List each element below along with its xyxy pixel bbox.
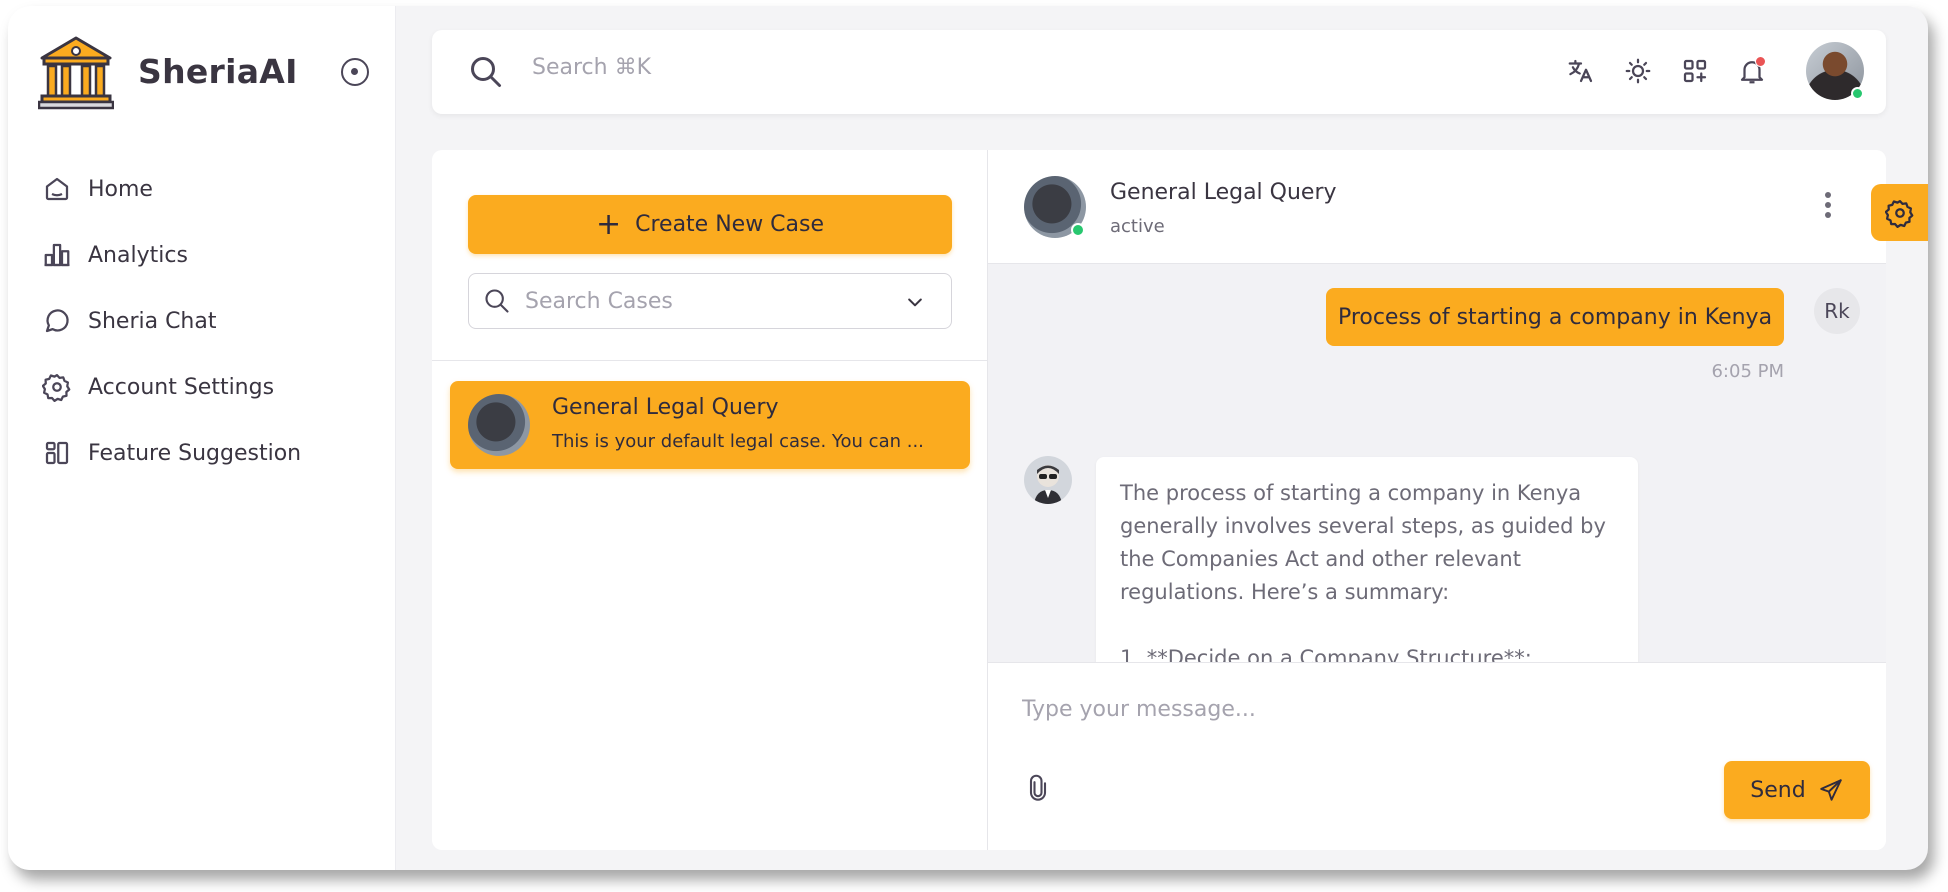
sidebar: SheriaAI Home Analytics Sheria Chat Acco… (8, 6, 396, 870)
case-search-field[interactable] (468, 273, 952, 329)
send-label: Send (1750, 777, 1806, 803)
cases-panel: + Create New Case General Legal Query Th… (432, 150, 988, 850)
sidebar-collapse-button[interactable] (341, 58, 369, 86)
gear-icon (1884, 199, 1913, 228)
chat-status: active (1110, 216, 1165, 237)
chat-avatar (1024, 176, 1086, 238)
bot-avatar (1024, 456, 1072, 504)
notification-badge (1755, 56, 1766, 67)
sidebar-item-account-settings[interactable]: Account Settings (42, 354, 301, 420)
brand-name: SheriaAI (138, 52, 298, 91)
sidebar-nav: Home Analytics Sheria Chat Account Setti… (42, 156, 301, 486)
send-button[interactable]: Send (1724, 761, 1870, 819)
sun-icon (1625, 58, 1651, 84)
gear-icon (42, 374, 71, 402)
bot-message-line: 1. **Decide on a Company Structure**: Ch… (1120, 646, 1532, 662)
bot-message-bubble: The process of starting a company in Ken… (1096, 457, 1638, 662)
app-window: SheriaAI Home Analytics Sheria Chat Acco… (8, 6, 1928, 870)
case-title: General Legal Query (552, 395, 779, 420)
sidebar-item-label: Sheria Chat (88, 308, 217, 334)
sidebar-item-sheria-chat[interactable]: Sheria Chat (42, 288, 301, 354)
bot-message-line: regulations. Here’s a summary: (1120, 580, 1450, 604)
sidebar-item-label: Feature Suggestion (88, 440, 302, 466)
chat-panel: General Legal Query active Process of st… (988, 150, 1886, 850)
chat-composer: Send (988, 662, 1886, 850)
user-initials-avatar: Rk (1814, 288, 1860, 334)
bot-message-line: The process of starting a company in Ken… (1120, 481, 1582, 505)
layout-icon (45, 441, 69, 465)
home-icon (45, 177, 69, 201)
more-options-icon[interactable] (1818, 192, 1838, 224)
user-avatar[interactable] (1806, 42, 1864, 100)
case-avatar (468, 394, 530, 456)
bot-message-line: generally involves several steps, as gui… (1120, 514, 1606, 538)
bot-face-icon (1034, 465, 1062, 504)
create-new-case-button[interactable]: + Create New Case (468, 195, 952, 254)
send-icon (1819, 779, 1842, 801)
case-search-input[interactable] (525, 284, 885, 318)
search-icon[interactable] (468, 54, 504, 90)
top-bar-actions (1566, 42, 1864, 100)
sidebar-item-home[interactable]: Home (42, 156, 301, 222)
sidebar-item-analytics[interactable]: Analytics (42, 222, 301, 288)
search-icon (485, 289, 509, 313)
sidebar-item-label: Home (88, 176, 153, 202)
user-message-text: Process of starting a company in Kenya (1337, 304, 1773, 330)
sidebar-item-label: Analytics (88, 242, 188, 268)
online-status-dot (1071, 223, 1085, 237)
chat-header: General Legal Query active (988, 150, 1886, 264)
case-list-item[interactable]: General Legal Query This is your default… (450, 381, 970, 469)
user-message-bubble: Process of starting a company in Kenya (1326, 288, 1784, 346)
case-description: This is your default legal case. You can… (552, 431, 924, 452)
chat-messages[interactable]: Process of starting a company in Kenya R… (988, 264, 1886, 662)
brand[interactable]: SheriaAI (38, 34, 297, 110)
divider (432, 360, 988, 361)
chat-bubble-icon (45, 309, 69, 333)
top-bar: Search ⌘K (432, 30, 1886, 114)
courthouse-icon (38, 36, 114, 110)
global-search-input[interactable]: Search ⌘K (532, 55, 651, 80)
theme-customizer-button[interactable] (1871, 184, 1928, 241)
paperclip-icon[interactable] (1024, 773, 1052, 803)
chevron-down-icon[interactable] (905, 292, 925, 312)
sidebar-item-label: Account Settings (88, 374, 275, 400)
bar-chart-icon (44, 243, 70, 267)
plus-icon: + (595, 206, 622, 242)
shortcuts-button[interactable] (1680, 56, 1710, 86)
online-status-dot (1851, 87, 1864, 100)
notifications-button[interactable] (1737, 56, 1767, 86)
bot-message-line: the Companies Act and other relevant (1120, 547, 1521, 571)
message-input[interactable] (1022, 689, 1842, 729)
message-timestamp: 6:05 PM (1711, 361, 1784, 382)
create-new-case-label: Create New Case (635, 212, 825, 237)
chat-title: General Legal Query (1110, 180, 1337, 205)
sidebar-item-feature-suggestion[interactable]: Feature Suggestion (42, 420, 301, 486)
translate-icon (1568, 59, 1593, 83)
user-initials: Rk (1824, 299, 1850, 323)
grid-plus-icon (1683, 59, 1707, 83)
language-button[interactable] (1566, 56, 1596, 86)
theme-toggle-button[interactable] (1623, 56, 1653, 86)
